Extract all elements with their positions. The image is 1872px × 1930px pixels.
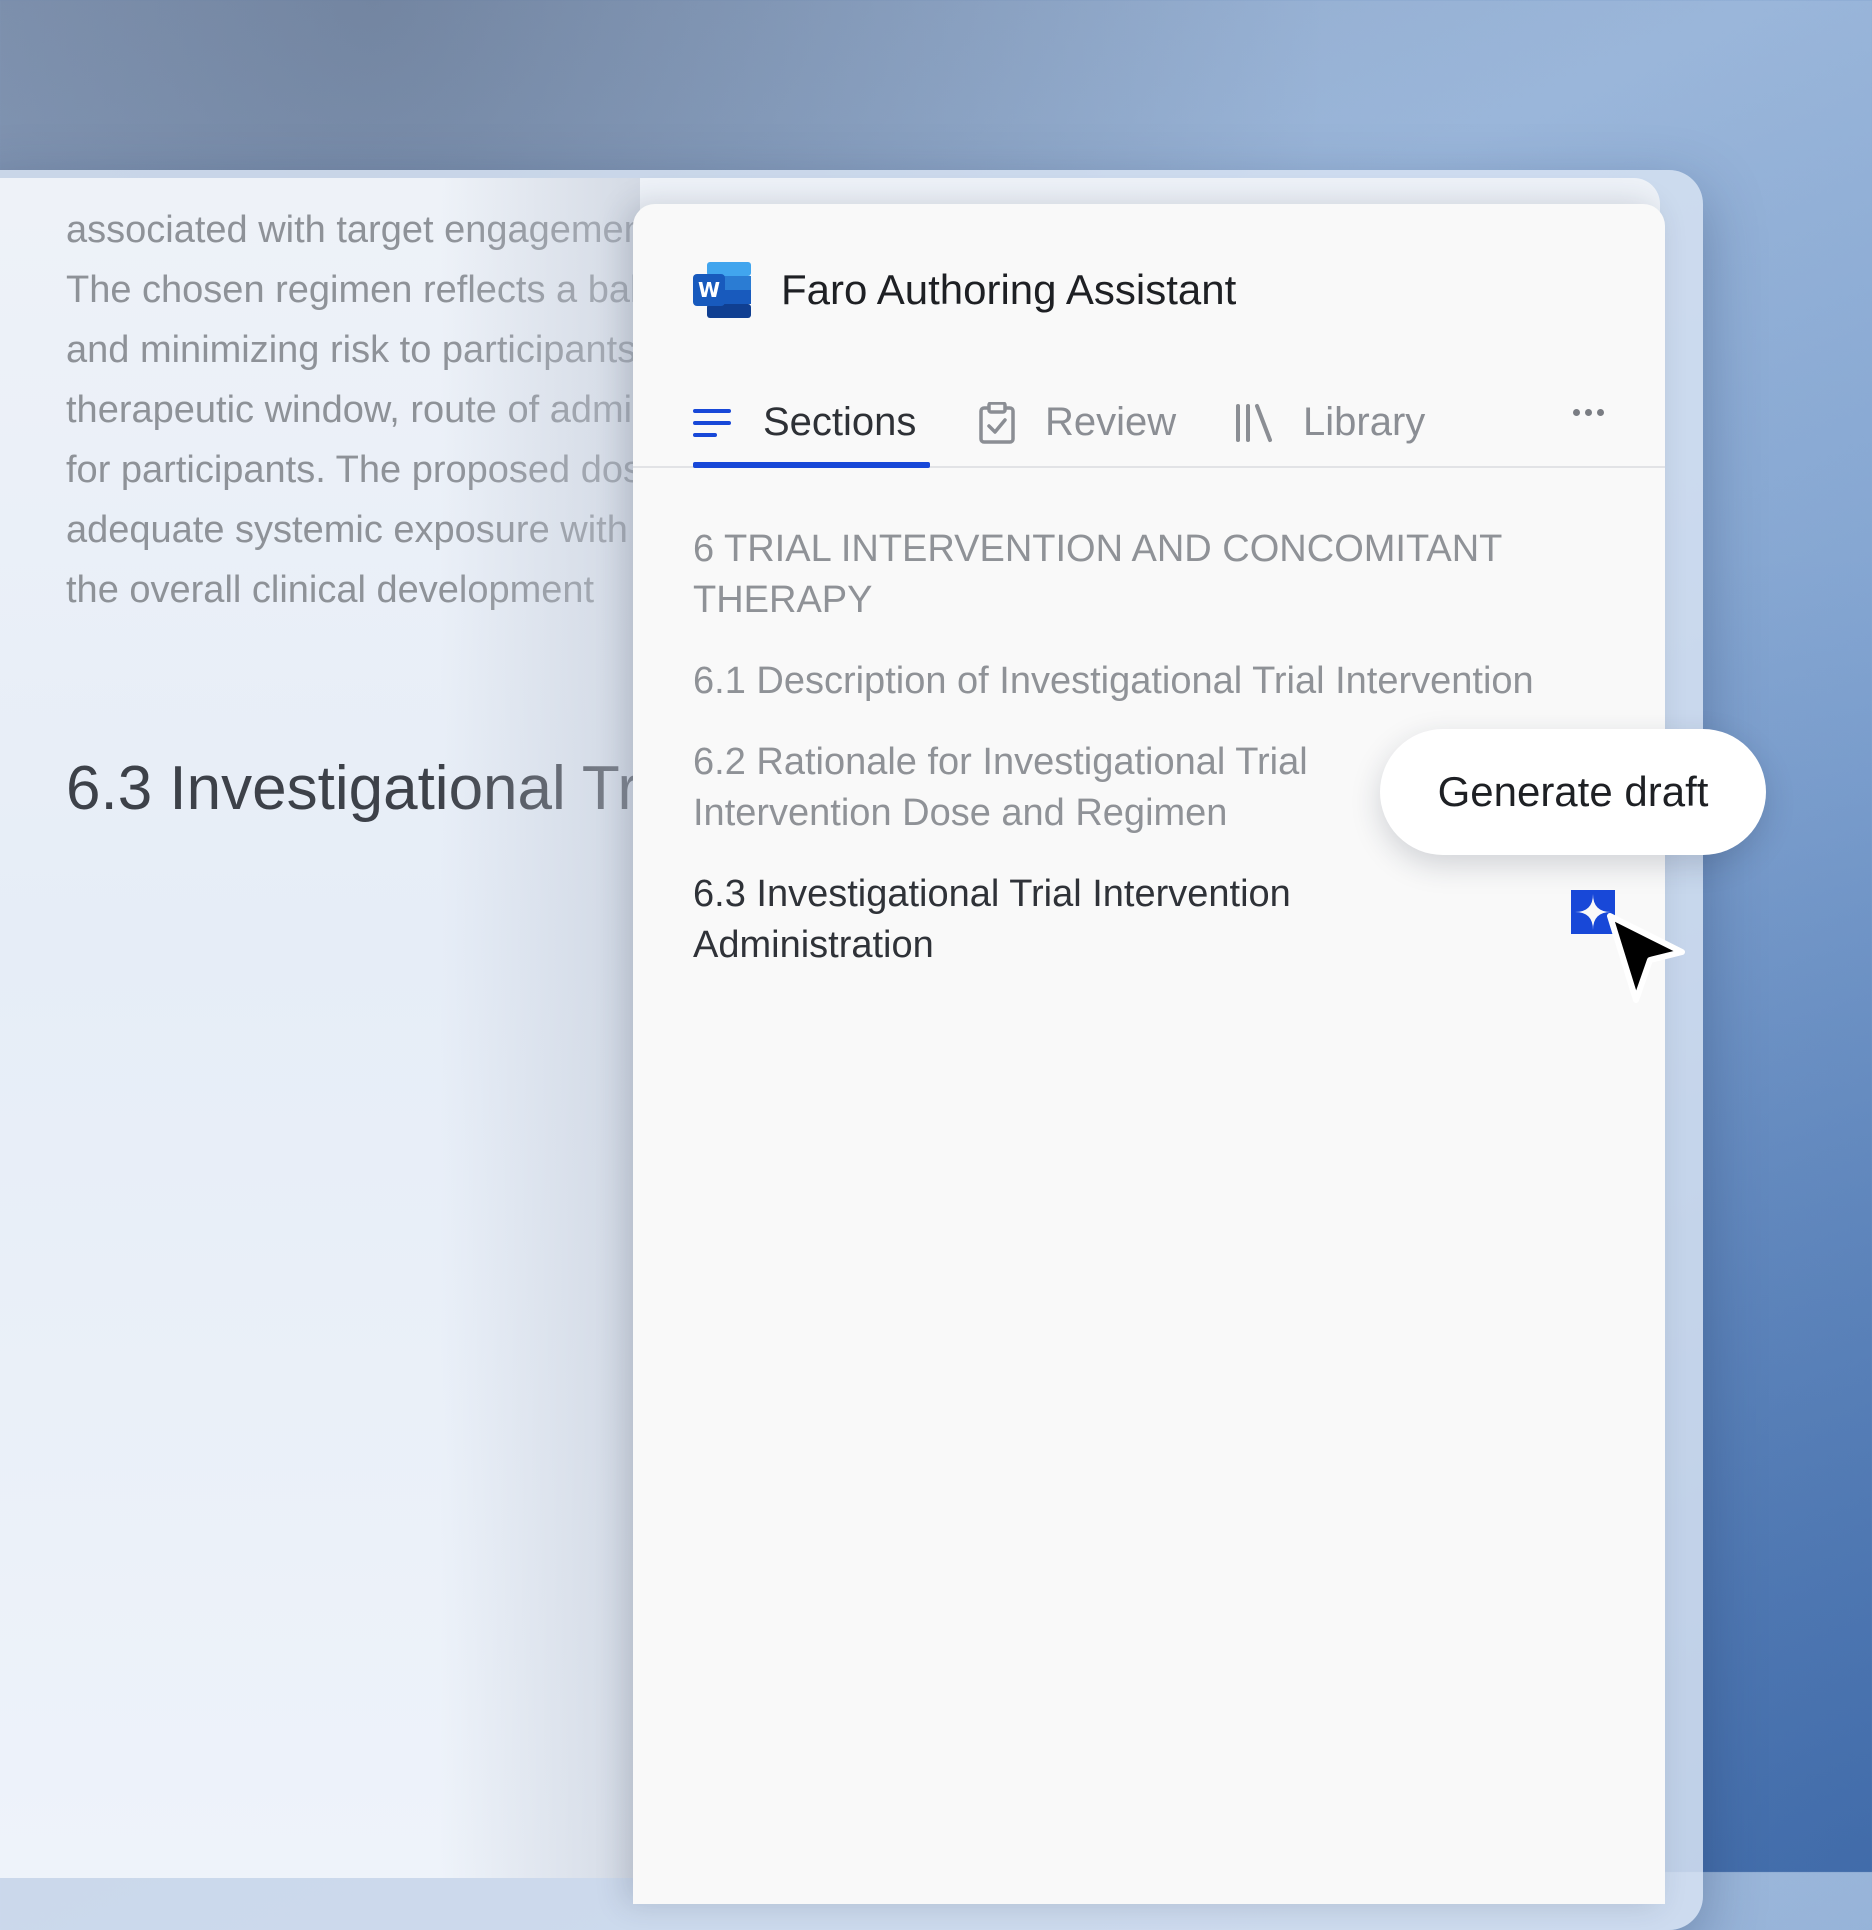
tab-label: Sections: [763, 400, 917, 444]
panel-title: Faro Authoring Assistant: [781, 266, 1237, 313]
library-icon: [1235, 403, 1273, 443]
section-item[interactable]: 6 TRIAL INTERVENTION AND CONCOMITANT THE…: [693, 524, 1623, 626]
tab-review[interactable]: Review: [979, 379, 1176, 466]
tab-label: Review: [1045, 400, 1177, 444]
tab-bar: Sections Review Library: [633, 379, 1665, 468]
tab-sections[interactable]: Sections: [693, 379, 916, 466]
assistant-panel: W Faro Authoring Assistant Sections Revi…: [633, 204, 1665, 1904]
tab-label: Library: [1303, 400, 1426, 444]
svg-text:W: W: [698, 278, 720, 302]
active-tab-indicator: [693, 462, 930, 468]
word-icon: W: [693, 262, 751, 318]
more-horizontal-icon[interactable]: [1573, 409, 1604, 416]
tab-library[interactable]: Library: [1235, 379, 1425, 466]
panel-shadow: [440, 178, 640, 1878]
section-item[interactable]: 6.2 Rationale for Investigational Trial …: [693, 737, 1383, 839]
clipboard-check-icon: [979, 401, 1015, 444]
panel-header: W Faro Authoring Assistant: [693, 262, 1236, 318]
mouse-cursor-icon: [1600, 908, 1690, 1012]
section-item-current[interactable]: 6.3 Investigational Trial Intervention A…: [693, 869, 1383, 971]
list-icon: [693, 407, 733, 439]
section-item[interactable]: 6.1 Description of Investigational Trial…: [693, 656, 1623, 707]
generate-draft-tooltip[interactable]: Generate draft: [1380, 729, 1766, 855]
